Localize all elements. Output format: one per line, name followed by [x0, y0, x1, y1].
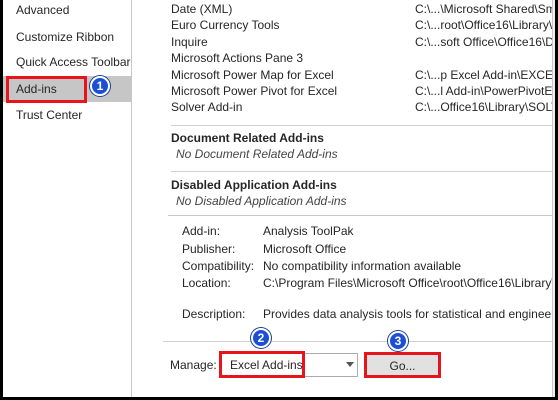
step-badge-3: 3: [388, 331, 408, 351]
addin-location: C:\...Office16\Library\SOLVE: [415, 100, 555, 114]
addin-location: C:\...\Microsoft Shared\Smar: [415, 2, 555, 16]
list-item[interactable]: Solver Add-in C:\...Office16\Library\SOL…: [171, 99, 555, 115]
options-nav: Advanced Customize Ribbon Quick Access T…: [3, 0, 132, 397]
detail-compat-label: Compatibility:: [182, 259, 255, 273]
section-divider: [171, 171, 554, 172]
list-item[interactable]: Inquire C:\...soft Office\Office16\DC: [171, 34, 555, 50]
manage-divider: [163, 341, 555, 342]
list-item[interactable]: Euro Currency Tools C:\...root\Office16\…: [171, 17, 555, 33]
manage-label: Manage:: [170, 358, 217, 372]
document-related-empty: No Document Related Add-ins: [176, 147, 338, 161]
addin-name: Date (XML): [171, 2, 233, 16]
disabled-empty: No Disabled Application Add-ins: [176, 194, 347, 208]
addin-name: Microsoft Actions Pane 3: [171, 51, 304, 65]
step-badge-1: 1: [90, 76, 110, 96]
addin-name: Solver Add-in: [171, 100, 243, 114]
list-item[interactable]: Date (XML) C:\...\Microsoft Shared\Smar: [171, 1, 555, 17]
disabled-header: Disabled Application Add-ins: [171, 178, 337, 192]
list-item[interactable]: Microsoft Actions Pane 3: [171, 50, 554, 66]
addin-name: Microsoft Power Pivot for Excel: [171, 84, 338, 98]
detail-addin-value: Analysis ToolPak: [263, 224, 354, 238]
nav-item-customize-ribbon[interactable]: Customize Ribbon: [3, 24, 131, 50]
nav-item-advanced[interactable]: Advanced: [3, 0, 131, 23]
step-badge-2: 2: [251, 328, 271, 348]
manage-select[interactable]: Excel Add-ins: [221, 353, 358, 377]
list-item[interactable]: Microsoft Power Map for Excel C:\...p Ex…: [171, 67, 554, 83]
detail-description-value: Provides data analysis tools for statist…: [263, 307, 555, 321]
nav-item-add-ins[interactable]: Add-ins: [3, 76, 131, 102]
chevron-down-icon[interactable]: [346, 362, 354, 367]
options-window: Advanced Customize Ribbon Quick Access T…: [3, 0, 555, 397]
document-related-header: Document Related Add-ins: [171, 131, 324, 145]
list-item[interactable]: Microsoft Power Pivot for Excel C:\...l …: [171, 83, 555, 99]
addin-location: C:\...soft Office\Office16\DC: [415, 35, 555, 49]
detail-addin-label: Add-in:: [182, 224, 221, 238]
detail-compat-value: No compatibility information available: [263, 259, 462, 273]
window-edge: [552, 0, 555, 397]
section-divider: [171, 125, 554, 126]
detail-publisher-value: Microsoft Office: [263, 242, 347, 256]
detail-location-value: C:\Program Files\Microsoft Office\root\O…: [263, 276, 555, 290]
nav-item-quick-access-toolbar[interactable]: Quick Access Toolbar: [3, 49, 131, 75]
add-ins-pane: Date (XML) C:\...\Microsoft Shared\Smar …: [133, 0, 555, 397]
manage-select-value: Excel Add-ins: [230, 358, 303, 372]
add-ins-list[interactable]: Date (XML) C:\...\Microsoft Shared\Smar …: [168, 0, 555, 216]
addin-name: Euro Currency Tools: [171, 18, 280, 32]
addin-location: C:\...root\Office16\Library\E: [415, 18, 555, 32]
nav-item-trust-center[interactable]: Trust Center: [3, 102, 131, 128]
detail-publisher-label: Publisher:: [182, 242, 236, 256]
detail-location-label: Location:: [182, 276, 231, 290]
addin-name: Inquire: [171, 35, 208, 49]
go-button[interactable]: Go...: [366, 354, 439, 378]
addin-location: C:\...p Excel Add-in\EXCELPL: [415, 68, 554, 82]
addin-name: Microsoft Power Map for Excel: [171, 68, 334, 82]
detail-description-label: Description:: [182, 307, 246, 321]
addin-location: C:\...l Add-in\PowerPivotEx: [415, 84, 555, 98]
